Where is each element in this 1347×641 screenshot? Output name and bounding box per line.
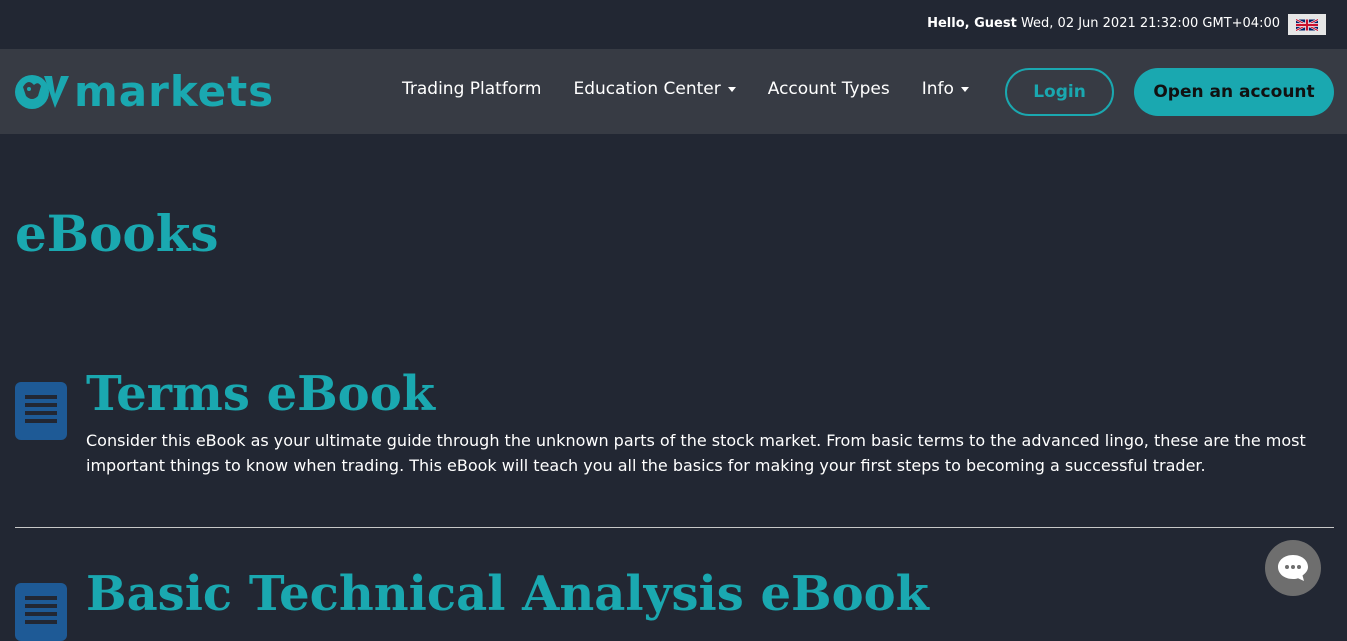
main-navbar: markets Trading Platform Education Cente…	[0, 49, 1347, 134]
nav-item-label: Account Types	[767, 79, 890, 99]
nav-item-label: Trading Platform	[402, 79, 542, 99]
bull-logo-icon	[15, 75, 69, 109]
ebook-title-technical-analysis[interactable]: Basic Technical Analysis eBook	[86, 566, 929, 622]
site-logo[interactable]: markets	[14, 69, 274, 115]
caret-down-icon	[727, 86, 736, 92]
nav-item-label: Info	[921, 79, 954, 99]
greeting: Hello, Guest Wed, 02 Jun 2021 21:32:00 G…	[927, 16, 1280, 31]
nav-item-label: Education Center	[573, 79, 721, 99]
nav-info[interactable]: Info	[922, 79, 969, 99]
page-title: eBooks	[15, 204, 219, 263]
greeting-user: Hello, Guest	[927, 16, 1017, 31]
primary-nav: Trading Platform Education Center Accoun…	[402, 79, 1001, 99]
nav-trading-platform[interactable]: Trading Platform	[402, 79, 541, 99]
chat-bubble-icon[interactable]	[1265, 540, 1321, 596]
login-button[interactable]: Login	[1005, 68, 1114, 116]
caret-down-icon	[960, 86, 969, 92]
document-icon	[15, 382, 67, 440]
document-icon	[15, 583, 67, 641]
open-account-button[interactable]: Open an account	[1134, 68, 1334, 116]
top-bar: Hello, Guest Wed, 02 Jun 2021 21:32:00 G…	[0, 0, 1347, 49]
ebook-description-terms: Consider this eBook as your ultimate gui…	[86, 431, 1306, 475]
current-datetime: Wed, 02 Jun 2021 21:32:00 GMT+04:00	[1020, 16, 1280, 31]
section-divider	[15, 527, 1334, 528]
ebook-title-terms[interactable]: Terms eBook	[86, 366, 435, 422]
nav-account-types[interactable]: Account Types	[768, 79, 890, 99]
logo-text: markets	[74, 67, 275, 116]
uk-flag-icon[interactable]	[1288, 14, 1326, 35]
nav-education-center[interactable]: Education Center	[573, 79, 736, 99]
